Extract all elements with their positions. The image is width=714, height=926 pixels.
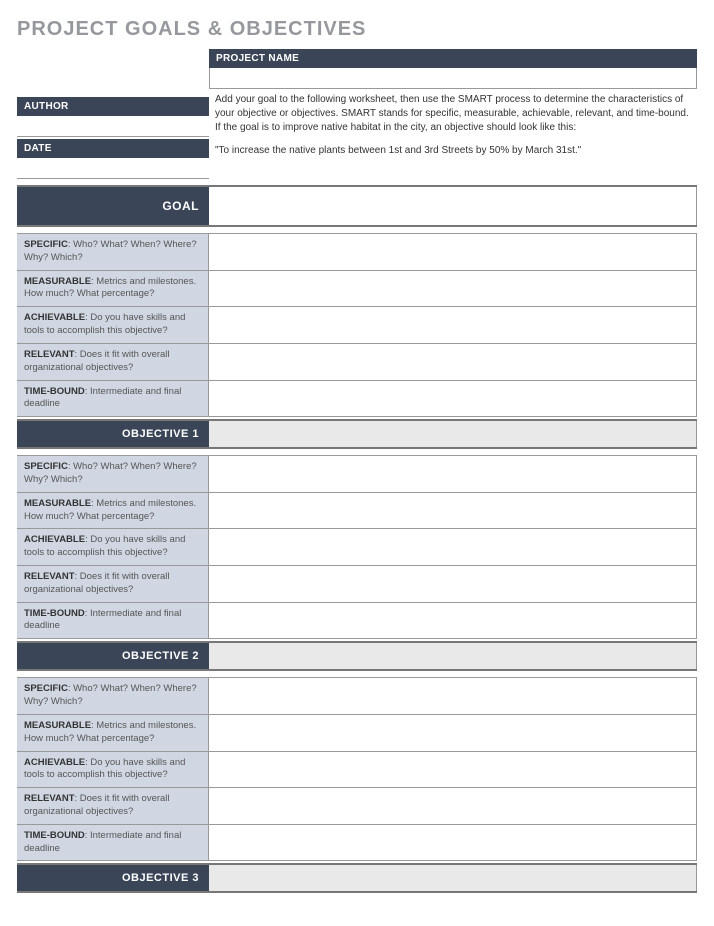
achievable-field-2[interactable] (209, 529, 697, 565)
relevant-field-3[interactable] (209, 788, 697, 824)
date-field[interactable] (17, 158, 209, 179)
date-label: DATE (17, 139, 209, 158)
objective-1-label: OBJECTIVE 1 (17, 421, 209, 447)
objective-3-field[interactable] (209, 865, 697, 891)
timebound-field-1[interactable] (209, 381, 697, 417)
specific-field-3[interactable] (209, 678, 697, 714)
achievable-label: ACHIEVABLE: Do you have skills and tools… (17, 307, 209, 343)
specific-field-2[interactable] (209, 456, 697, 492)
measurable-label: MEASURABLE: Metrics and milestones. How … (17, 493, 209, 529)
relevant-label: RELEVANT: Does it fit with overall organ… (17, 788, 209, 824)
goal-label: GOAL (17, 187, 209, 225)
timebound-field-3[interactable] (209, 825, 697, 861)
relevant-field-1[interactable] (209, 344, 697, 380)
relevant-label: RELEVANT: Does it fit with overall organ… (17, 344, 209, 380)
measurable-field-3[interactable] (209, 715, 697, 751)
smart-block-3: SPECIFIC: Who? What? When? Where? Why? W… (17, 677, 697, 861)
specific-label: SPECIFIC: Who? What? When? Where? Why? W… (17, 678, 209, 714)
achievable-label: ACHIEVABLE: Do you have skills and tools… (17, 529, 209, 565)
objective-1-section: OBJECTIVE 1 (17, 419, 697, 449)
specific-field-1[interactable] (209, 234, 697, 270)
goal-field[interactable] (209, 187, 697, 225)
author-field[interactable] (17, 116, 209, 137)
goal-section: GOAL (17, 185, 697, 227)
relevant-field-2[interactable] (209, 566, 697, 602)
objective-3-section: OBJECTIVE 3 (17, 863, 697, 893)
achievable-field-3[interactable] (209, 752, 697, 788)
achievable-label: ACHIEVABLE: Do you have skills and tools… (17, 752, 209, 788)
objective-1-field[interactable] (209, 421, 697, 447)
specific-label: SPECIFIC: Who? What? When? Where? Why? W… (17, 234, 209, 270)
relevant-label: RELEVANT: Does it fit with overall organ… (17, 566, 209, 602)
achievable-field-1[interactable] (209, 307, 697, 343)
instruction-text: Add your goal to the following worksheet… (209, 91, 697, 141)
measurable-label: MEASURABLE: Metrics and milestones. How … (17, 715, 209, 751)
measurable-label: MEASURABLE: Metrics and milestones. How … (17, 271, 209, 307)
objective-3-label: OBJECTIVE 3 (17, 865, 209, 891)
timebound-label: TIME-BOUND: Intermediate and final deadl… (17, 825, 209, 861)
instruction-quote: "To increase the native plants between 1… (209, 141, 697, 162)
page-title: PROJECT GOALS & OBJECTIVES (17, 18, 697, 41)
timebound-field-2[interactable] (209, 603, 697, 639)
timebound-label: TIME-BOUND: Intermediate and final deadl… (17, 381, 209, 417)
project-name-label: PROJECT NAME (209, 49, 697, 68)
timebound-label: TIME-BOUND: Intermediate and final deadl… (17, 603, 209, 639)
objective-2-field[interactable] (209, 643, 697, 669)
objective-2-section: OBJECTIVE 2 (17, 641, 697, 671)
objective-2-label: OBJECTIVE 2 (17, 643, 209, 669)
measurable-field-2[interactable] (209, 493, 697, 529)
measurable-field-1[interactable] (209, 271, 697, 307)
smart-block-2: SPECIFIC: Who? What? When? Where? Why? W… (17, 455, 697, 639)
smart-block-1: SPECIFIC: Who? What? When? Where? Why? W… (17, 233, 697, 417)
author-label: AUTHOR (17, 97, 209, 116)
project-name-field[interactable] (209, 68, 697, 89)
specific-label: SPECIFIC: Who? What? When? Where? Why? W… (17, 456, 209, 492)
